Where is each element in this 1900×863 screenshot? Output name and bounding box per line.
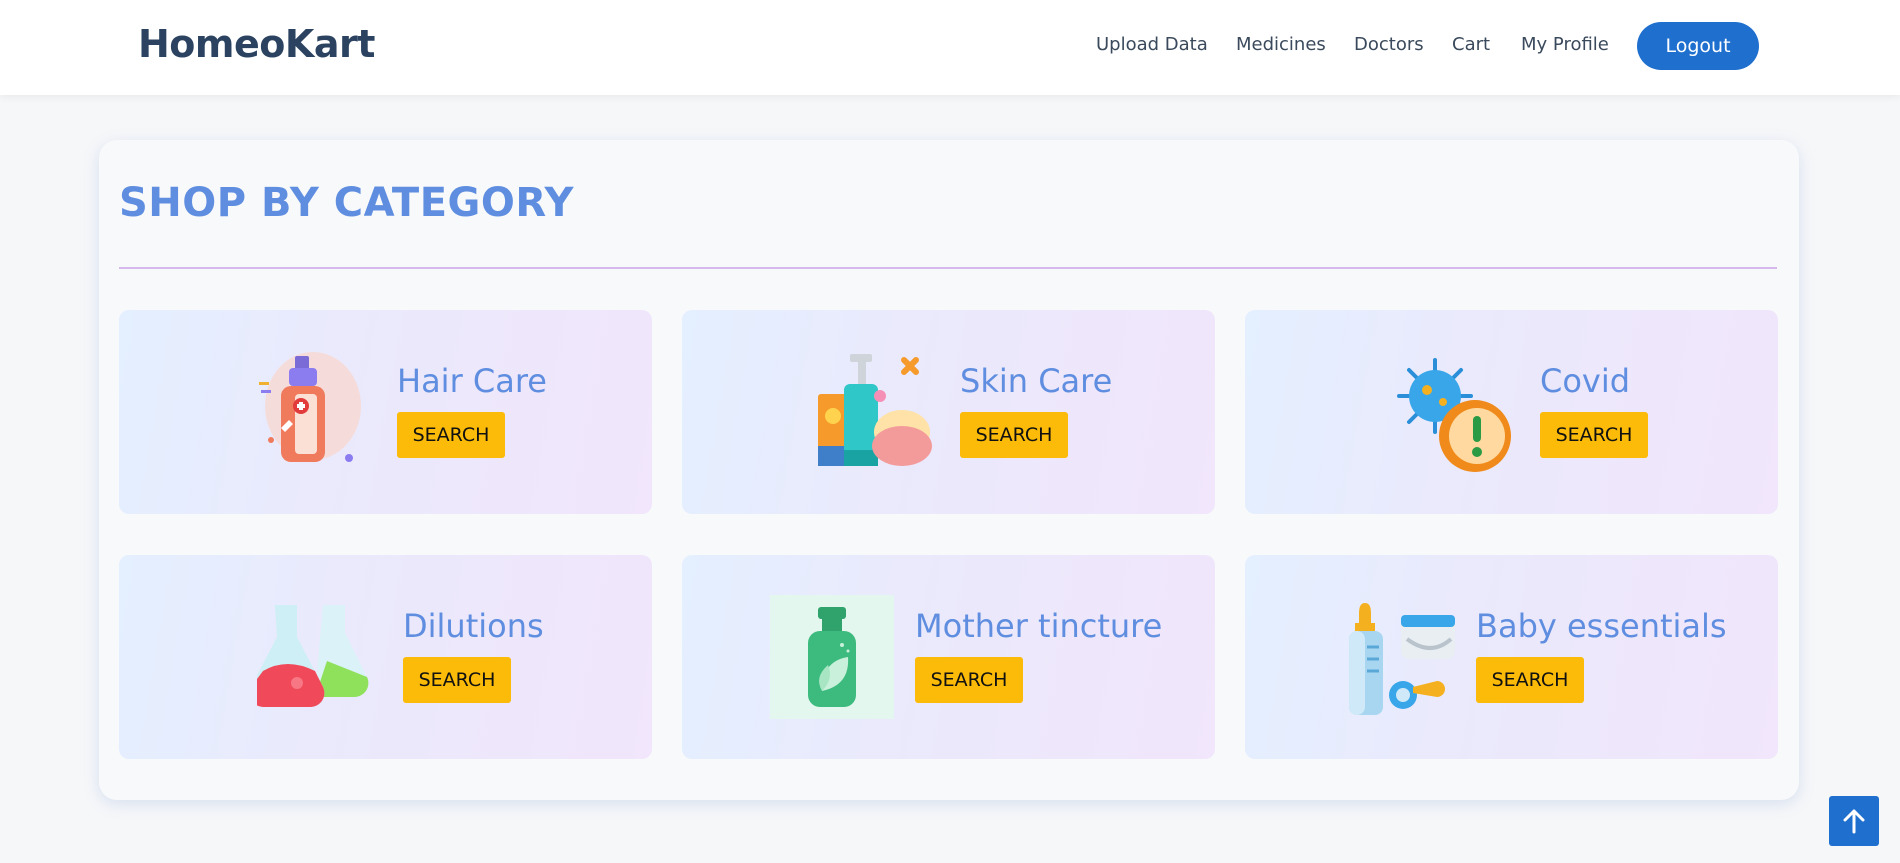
category-name: Hair Care [397, 362, 547, 400]
category-tile-hair-care[interactable]: Hair Care SEARCH [119, 310, 652, 514]
baby-bottle-diaper-icon [1343, 599, 1463, 719]
scroll-to-top-button[interactable] [1829, 796, 1879, 846]
category-tile-mother-tincture[interactable]: Mother tincture SEARCH [682, 555, 1215, 759]
section-divider [119, 267, 1777, 269]
category-name: Covid [1540, 362, 1631, 400]
category-name: Skin Care [960, 362, 1113, 400]
category-tile-skin-care[interactable]: Skin Care SEARCH [682, 310, 1215, 514]
search-button[interactable]: SEARCH [1540, 412, 1648, 458]
category-tile-baby-essentials[interactable]: Baby essentials SEARCH [1245, 555, 1778, 759]
virus-warning-icon [1395, 356, 1515, 476]
nav-doctors[interactable]: Doctors [1354, 34, 1424, 55]
search-button[interactable]: SEARCH [915, 657, 1023, 703]
section-title: SHOP BY CATEGORY [119, 180, 574, 226]
nav-my-profile[interactable]: My Profile [1521, 34, 1609, 55]
hair-care-bottle-icon [251, 350, 371, 470]
navbar: HomeoKart Upload Data Medicines Doctors … [0, 0, 1900, 95]
category-tile-covid[interactable]: Covid SEARCH [1245, 310, 1778, 514]
category-name: Dilutions [403, 607, 544, 645]
nav-upload-data[interactable]: Upload Data [1096, 34, 1208, 55]
logout-button[interactable]: Logout [1637, 22, 1759, 70]
search-button[interactable]: SEARCH [960, 412, 1068, 458]
search-button[interactable]: SEARCH [1476, 657, 1584, 703]
category-name: Mother tincture [915, 607, 1163, 645]
tincture-bottle-icon [770, 595, 894, 719]
skin-care-products-icon [814, 350, 934, 470]
nav-cart[interactable]: Cart [1452, 34, 1490, 55]
category-tile-dilutions[interactable]: Dilutions SEARCH [119, 555, 652, 759]
arrow-up-icon [1829, 809, 1879, 849]
brand-logo[interactable]: HomeoKart [138, 22, 375, 66]
nav-medicines[interactable]: Medicines [1236, 34, 1326, 55]
category-card: SHOP BY CATEGORY Hair Care SEARCH Skin C… [99, 140, 1799, 800]
search-button[interactable]: SEARCH [397, 412, 505, 458]
flasks-icon [249, 601, 377, 721]
category-name: Baby essentials [1476, 607, 1727, 645]
search-button[interactable]: SEARCH [403, 657, 511, 703]
